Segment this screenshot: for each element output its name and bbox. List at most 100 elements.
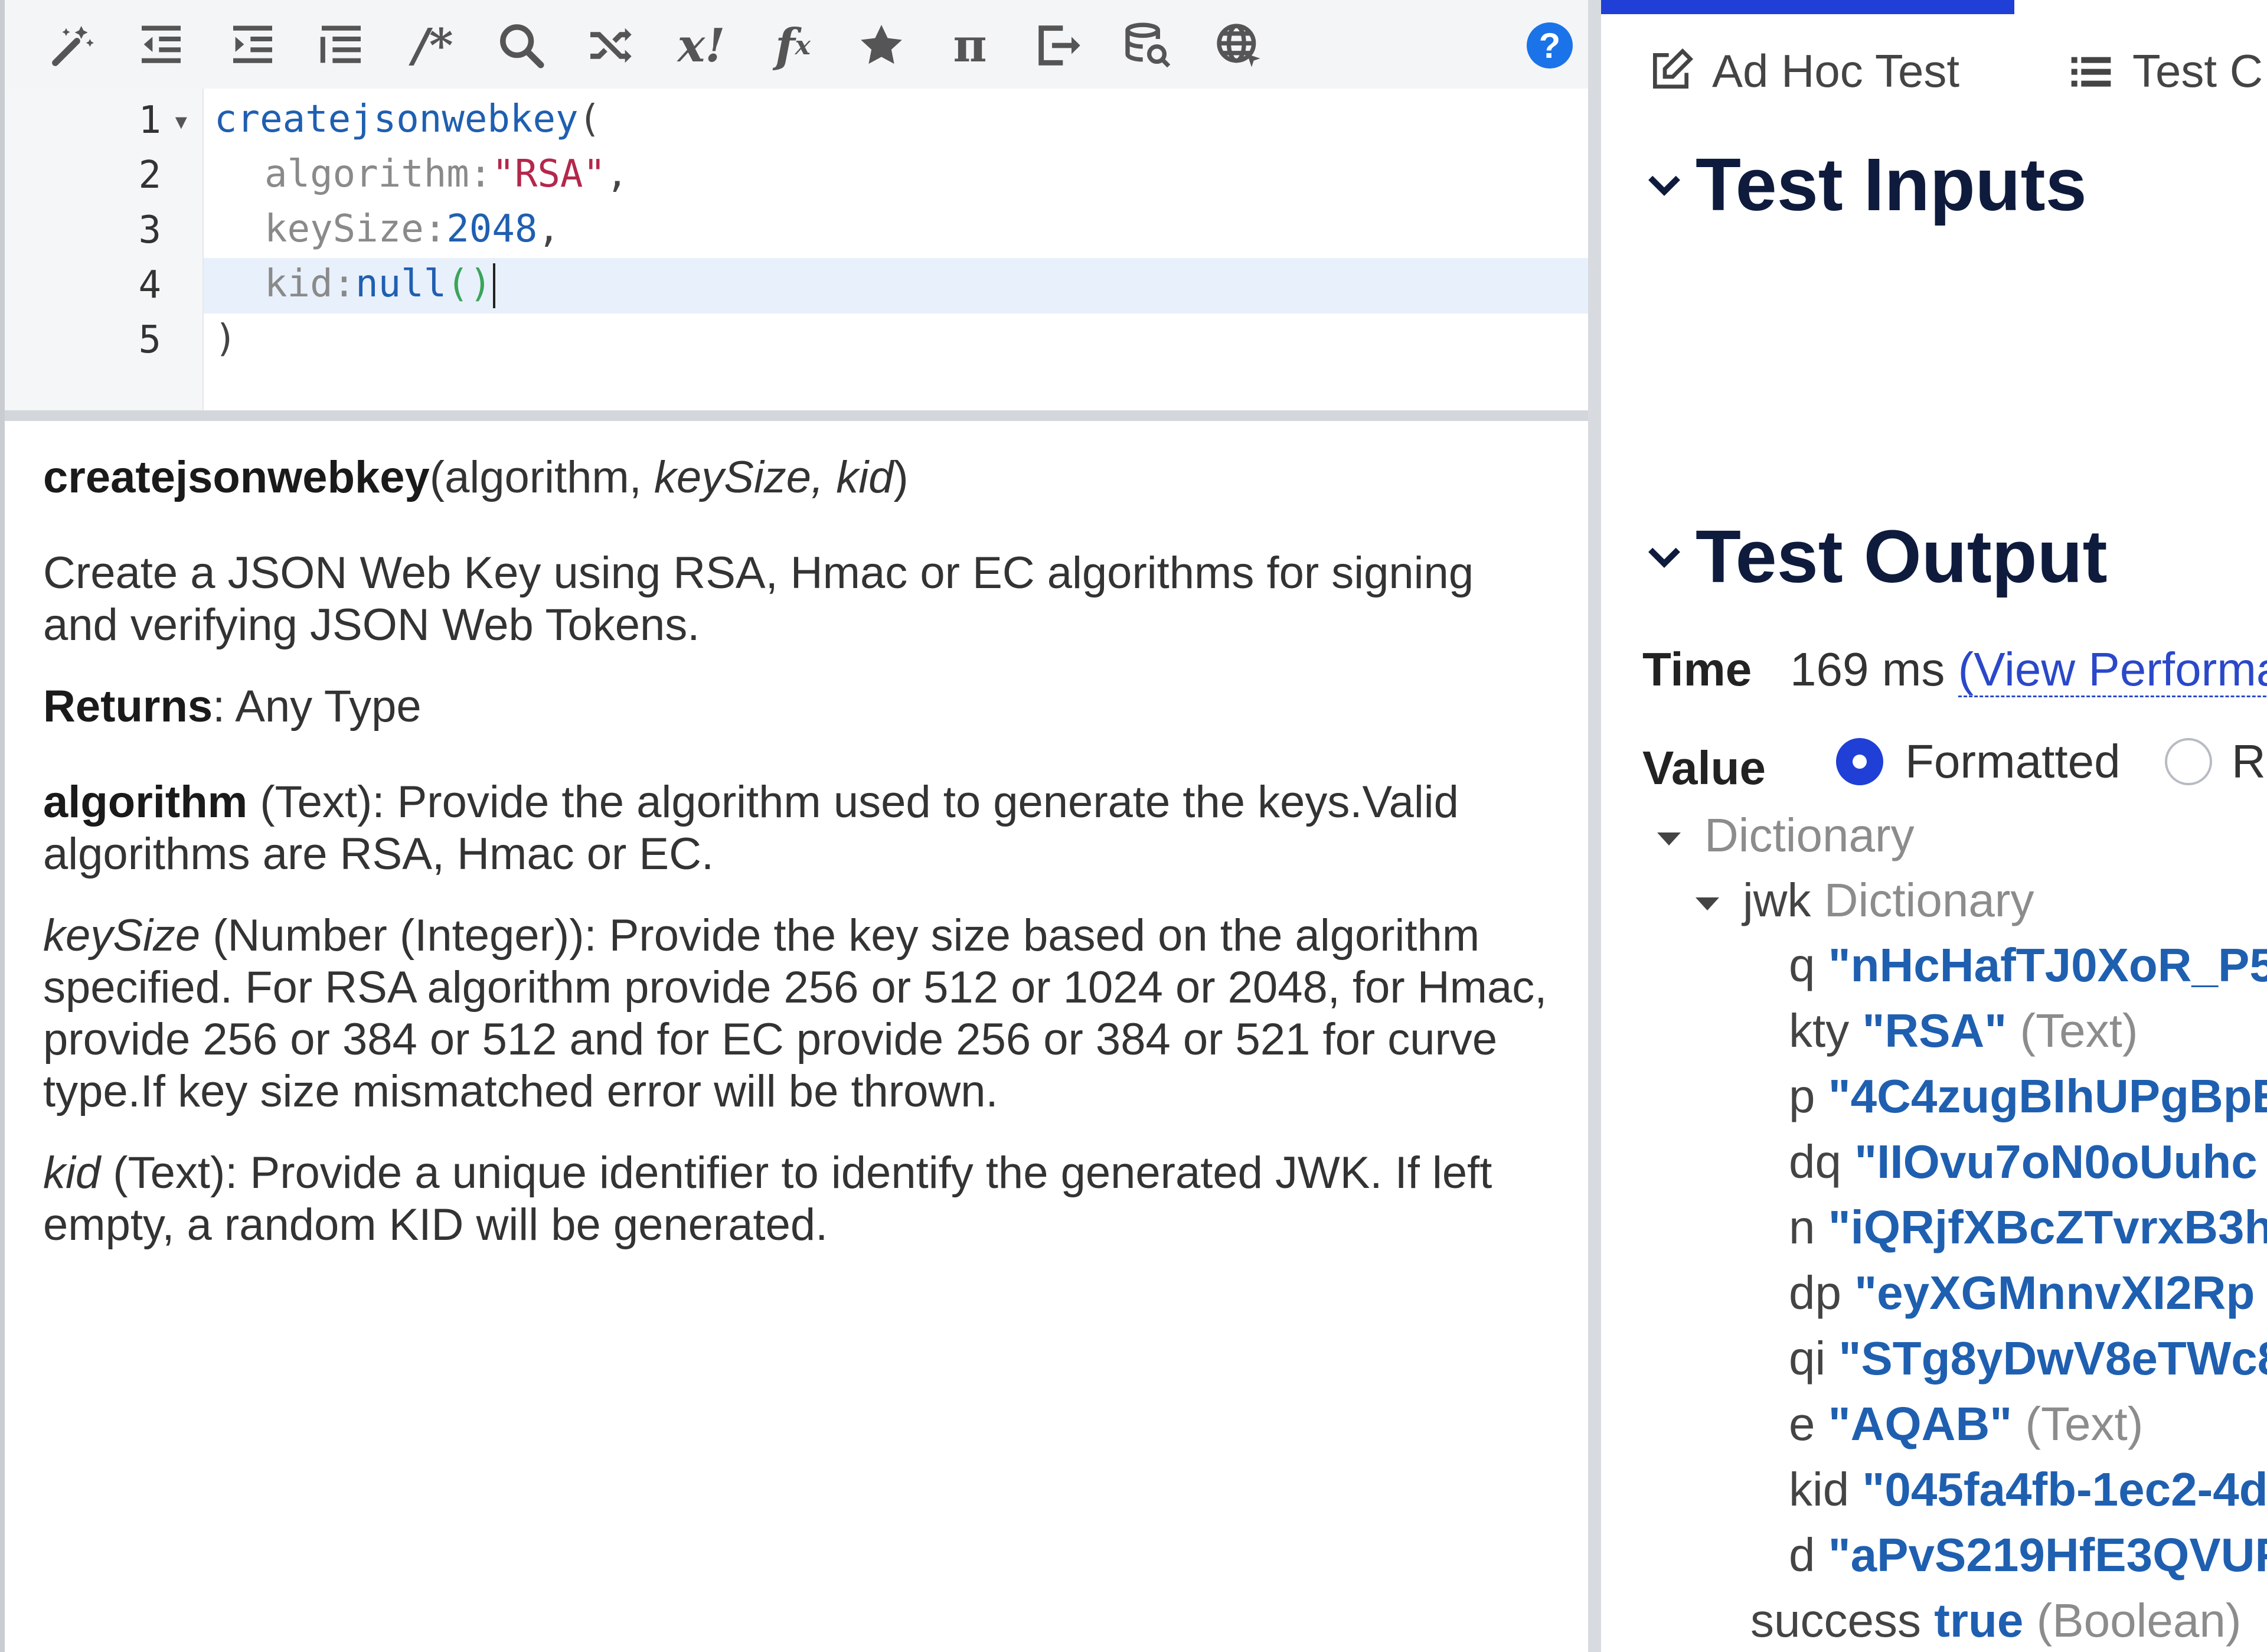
line-gutter: 1 ▼ 2 3 4 5 bbox=[5, 89, 204, 410]
pane-splitter[interactable] bbox=[1588, 0, 1601, 1652]
tab-ad-hoc-test[interactable]: Ad Hoc Test bbox=[1647, 41, 1959, 100]
view-performance-link[interactable]: (View Performa bbox=[1958, 643, 2267, 697]
pi-icon[interactable]: π bbox=[937, 13, 1002, 78]
function-label: f bbox=[775, 18, 795, 73]
time-ms: 169 ms bbox=[1790, 643, 1945, 696]
tree-entry: p "4C4zugBIhUPgBpE bbox=[1789, 1067, 2267, 1126]
comment-icon[interactable]: /* bbox=[400, 13, 465, 78]
code-line-5[interactable]: ) bbox=[214, 311, 237, 367]
radio-raw-label: Ra bbox=[2232, 735, 2267, 788]
value-label: Value bbox=[1642, 742, 1766, 794]
search-icon[interactable] bbox=[489, 13, 554, 78]
code-line-2[interactable]: algorithm:"RSA", bbox=[264, 146, 629, 202]
param-name: keySize bbox=[43, 910, 201, 961]
tree-entry: q "nHcHafTJ0XoR_P5C bbox=[1789, 936, 2267, 995]
expand-triangle-icon[interactable] bbox=[1657, 832, 1681, 845]
section-title: Test Inputs bbox=[1696, 143, 2087, 226]
code-parens: () bbox=[446, 262, 492, 306]
export-icon[interactable] bbox=[1026, 13, 1091, 78]
code-param-key: kid bbox=[264, 262, 333, 306]
tree-type: Dictionary bbox=[1824, 874, 2034, 926]
function-icon[interactable]: fx bbox=[760, 13, 825, 78]
fold-arrow-icon[interactable]: ▼ bbox=[171, 111, 191, 134]
tree-key: dp bbox=[1789, 1266, 1841, 1319]
code-number-value: 2048 bbox=[446, 207, 538, 251]
help-icon[interactable]: ? bbox=[1527, 22, 1573, 68]
tree-key: n bbox=[1789, 1201, 1815, 1253]
tree-type: Dictionary bbox=[1704, 809, 1915, 861]
signature-open: (algorithm, bbox=[429, 452, 654, 502]
radio-formatted[interactable] bbox=[1836, 738, 1883, 785]
code-comma: , bbox=[605, 152, 629, 196]
line-number: 5 bbox=[138, 318, 161, 362]
code-editor[interactable]: 1 ▼ 2 3 4 5 createjsonwebkey( algorithm:… bbox=[5, 89, 1593, 421]
database-search-icon[interactable] bbox=[1115, 13, 1180, 78]
right-pane: Ad Hoc Test Test C Test Inputs Test Outp… bbox=[1601, 0, 2267, 1652]
code-function-name: createjsonwebkey bbox=[214, 97, 579, 141]
tree-root[interactable]: Dictionary bbox=[1657, 806, 1915, 865]
tree-node-jwk[interactable]: jwk Dictionary bbox=[1696, 871, 2034, 930]
tree-entry: dp "eyXGMnnvXI2Rp bbox=[1789, 1264, 2255, 1323]
tree-value: "IIOvu7oN0oUuhc bbox=[1854, 1135, 2258, 1188]
expand-triangle-icon[interactable] bbox=[1696, 897, 1719, 910]
tree-value: "iQRjfXBcZTvrxB3h bbox=[1828, 1201, 2267, 1253]
exclamation-icon[interactable]: x! bbox=[669, 13, 734, 78]
param-algorithm: algorithm (Text): Provide the algorithm … bbox=[43, 776, 1554, 880]
indent-icon[interactable] bbox=[220, 13, 285, 78]
tree-value: "4C4zugBIhUPgBpE bbox=[1828, 1070, 2267, 1122]
star-icon[interactable] bbox=[849, 13, 914, 78]
tab-test-cases[interactable]: Test C bbox=[2067, 41, 2263, 100]
code-colon: : bbox=[332, 262, 356, 306]
active-tab-indicator bbox=[1601, 0, 2014, 14]
radio-formatted-label: Formatted bbox=[1905, 735, 2121, 788]
code-line-3[interactable]: keySize:2048, bbox=[264, 201, 560, 257]
function-docs: createjsonwebkey(algorithm, keySize, kid… bbox=[43, 452, 1554, 1251]
code-paren: ( bbox=[578, 97, 602, 141]
list-icon[interactable] bbox=[309, 13, 374, 78]
list-icon bbox=[2071, 57, 2111, 87]
tree-key: qi bbox=[1789, 1332, 1826, 1385]
function-description: Create a JSON Web Key using RSA, Hmac or… bbox=[43, 548, 1474, 650]
tree-key: success bbox=[1750, 1594, 1921, 1647]
tab-label: Ad Hoc Test bbox=[1712, 44, 1960, 97]
shuffle-icon[interactable] bbox=[577, 13, 642, 78]
code-string-value: "RSA" bbox=[492, 152, 606, 196]
code-comma: , bbox=[537, 207, 560, 251]
text-cursor bbox=[493, 263, 496, 309]
tree-entry-success: success true (Boolean) bbox=[1750, 1591, 2241, 1650]
code-line-1[interactable]: createjsonwebkey( bbox=[214, 92, 601, 147]
signature-optional-params: keySize, kid bbox=[654, 452, 894, 502]
exclaim-label: x! bbox=[677, 18, 726, 73]
code-param-key: algorithm bbox=[264, 152, 469, 196]
test-inputs-header[interactable]: Test Inputs bbox=[1644, 142, 2087, 227]
function-signature: createjsonwebkey(algorithm, keySize, kid… bbox=[43, 452, 1554, 504]
tree-entry: kid "045fa4fb-1ec2-4d bbox=[1789, 1460, 2267, 1519]
returns-label: Returns bbox=[43, 681, 213, 732]
tree-key: jwk bbox=[1743, 874, 1811, 926]
code-null-value: null bbox=[355, 262, 447, 306]
tree-entry: qi "STg8yDwV8eTWc8 bbox=[1789, 1329, 2267, 1388]
magic-wand-icon[interactable] bbox=[40, 13, 105, 78]
test-output-header[interactable]: Test Output bbox=[1644, 514, 2108, 599]
tree-entry: kty "RSA" (Text) bbox=[1789, 1001, 2138, 1060]
outdent-icon[interactable] bbox=[129, 13, 194, 78]
chevron-down-icon bbox=[1648, 547, 1680, 568]
tree-value: "eyXGMnnvXI2Rp bbox=[1854, 1266, 2255, 1319]
pi-label: π bbox=[953, 18, 987, 73]
code-colon: : bbox=[469, 152, 492, 196]
tree-type: (Text) bbox=[2025, 1398, 2144, 1450]
param-name: algorithm bbox=[43, 777, 248, 827]
tree-key: q bbox=[1789, 939, 1815, 991]
section-title: Test Output bbox=[1696, 515, 2108, 598]
signature-name: createjsonwebkey bbox=[43, 452, 430, 502]
tree-key: d bbox=[1789, 1529, 1815, 1581]
tree-entry: e "AQAB" (Text) bbox=[1789, 1395, 2143, 1454]
code-line-4[interactable]: kid:null() bbox=[264, 256, 496, 312]
radio-raw[interactable] bbox=[2165, 738, 2212, 785]
tree-value: "045fa4fb-1ec2-4d bbox=[1862, 1463, 2267, 1516]
returns-line: Returns: Any Type bbox=[43, 681, 1554, 733]
tree-entry: n "iQRjfXBcZTvrxB3h bbox=[1789, 1198, 2267, 1257]
code-param-key: keySize bbox=[264, 207, 424, 251]
globe-icon[interactable] bbox=[1206, 13, 1271, 78]
tree-type: (Boolean) bbox=[2036, 1594, 2242, 1647]
